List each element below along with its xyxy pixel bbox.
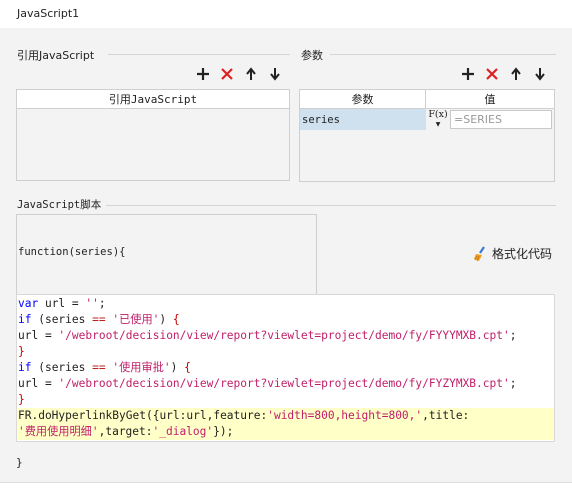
- code-token: }: [18, 393, 25, 406]
- move-down-icon: [270, 68, 280, 81]
- move-up-icon: [511, 67, 521, 80]
- code-token: '/webroot/decision/view/report?viewlet=p…: [58, 377, 510, 390]
- formula-icon: F(x): [428, 108, 448, 120]
- code-line[interactable]: if (series == '使用审批') {: [17, 360, 554, 376]
- code-token: (series: [31, 361, 93, 374]
- code-token: ==: [92, 313, 106, 326]
- add-button[interactable]: [194, 65, 212, 83]
- code-token: }: [18, 345, 25, 358]
- code-line[interactable]: var url = '';: [17, 296, 554, 312]
- code-line[interactable]: if (series == '已使用') {: [17, 312, 554, 328]
- table-row[interactable]: series F(x) ▼ =SERIES: [300, 109, 554, 130]
- code-token: ==: [92, 361, 106, 374]
- param-value-input[interactable]: =SERIES: [450, 110, 552, 129]
- code-token: if: [18, 361, 32, 374]
- delete-button[interactable]: [218, 65, 236, 83]
- code-token: '_dialog': [152, 425, 214, 438]
- code-line[interactable]: url = '/webroot/decision/view/report?vie…: [17, 376, 554, 392]
- code-token: url =: [38, 297, 86, 310]
- code-token: {: [172, 313, 180, 326]
- function-signature: function(series){: [18, 246, 126, 258]
- referenced-js-title: 引用JavaScript: [17, 49, 95, 62]
- code-line[interactable]: }: [17, 344, 554, 360]
- code-token: {: [184, 361, 191, 374]
- code-token: '': [85, 297, 99, 310]
- move-up-icon: [246, 67, 256, 80]
- referenced-js-divider: [108, 54, 290, 55]
- params-column-name: 参数: [300, 90, 426, 108]
- referenced-js-table: 引用JavaScript: [16, 89, 290, 181]
- referenced-js-toolbar: [194, 65, 284, 83]
- code-token: var: [18, 297, 39, 310]
- code-line[interactable]: }: [17, 392, 554, 408]
- add-icon: [197, 68, 209, 80]
- referenced-js-column-header: 引用JavaScript: [17, 90, 289, 109]
- function-signature-box: function(series){: [16, 214, 317, 295]
- param-add-button[interactable]: [459, 65, 477, 83]
- code-token: ,title:: [422, 409, 470, 422]
- code-token: (series: [31, 313, 93, 326]
- params-title: 参数: [301, 49, 323, 62]
- params-header-row: 参数 值: [300, 90, 554, 109]
- add-icon: [462, 68, 474, 80]
- closing-brace: }: [16, 456, 23, 469]
- move-up-button[interactable]: [242, 65, 260, 83]
- script-divider: [106, 205, 556, 206]
- param-move-up-button[interactable]: [507, 65, 525, 83]
- code-token: '/webroot/decision/view/report?viewlet=p…: [58, 329, 510, 342]
- format-code-button[interactable]: 格式化代码: [473, 245, 552, 262]
- code-token: '费用使用明细': [18, 425, 99, 438]
- code-token: url =: [18, 329, 59, 342]
- param-delete-button[interactable]: [483, 65, 501, 83]
- delete-icon: [221, 68, 233, 80]
- chevron-down-icon: ▼: [435, 120, 441, 128]
- code-line[interactable]: '费用使用明细',target:'_dialog'});: [17, 424, 554, 440]
- params-column-value: 值: [484, 93, 496, 106]
- code-editor[interactable]: var url = ''; if (series == '已使用') {url =…: [16, 294, 555, 442]
- formula-button[interactable]: F(x) ▼: [426, 109, 450, 130]
- code-token: FR.doHyperlinkByGet({url:url,feature:: [18, 409, 268, 422]
- code-token: ;: [98, 297, 106, 310]
- param-move-down-button[interactable]: [531, 65, 549, 83]
- code-token: ): [159, 313, 173, 326]
- dialog-title: JavaScript1: [17, 7, 80, 20]
- code-line[interactable]: FR.doHyperlinkByGet({url:url,feature:'wi…: [17, 408, 554, 424]
- code-line[interactable]: url = '/webroot/decision/view/report?vie…: [17, 328, 554, 344]
- format-code-label: 格式化代码: [492, 247, 553, 261]
- code-token: });: [213, 425, 234, 438]
- code-token: ;: [509, 377, 517, 390]
- code-token: ,target:: [98, 425, 153, 438]
- params-divider: [330, 54, 556, 55]
- code-token: url =: [18, 377, 59, 390]
- code-token: '已使用': [112, 313, 160, 326]
- delete-icon: [486, 68, 498, 80]
- param-name-cell[interactable]: series: [300, 109, 426, 130]
- code-token: ;: [509, 329, 517, 342]
- move-down-icon: [535, 68, 545, 81]
- params-table: 参数 值 series F(x) ▼ =SERIES: [299, 89, 555, 182]
- script-section-title: JavaScript脚本: [17, 199, 102, 211]
- move-down-button[interactable]: [266, 65, 284, 83]
- dialog-title-bar: JavaScript1: [0, 0, 572, 29]
- params-toolbar: [459, 65, 549, 83]
- broom-icon: [474, 245, 485, 261]
- code-token: '使用审批': [112, 361, 171, 374]
- code-token: if: [18, 313, 32, 326]
- code-token: ): [170, 361, 185, 374]
- code-token: 'width=800,height=800,': [267, 409, 423, 422]
